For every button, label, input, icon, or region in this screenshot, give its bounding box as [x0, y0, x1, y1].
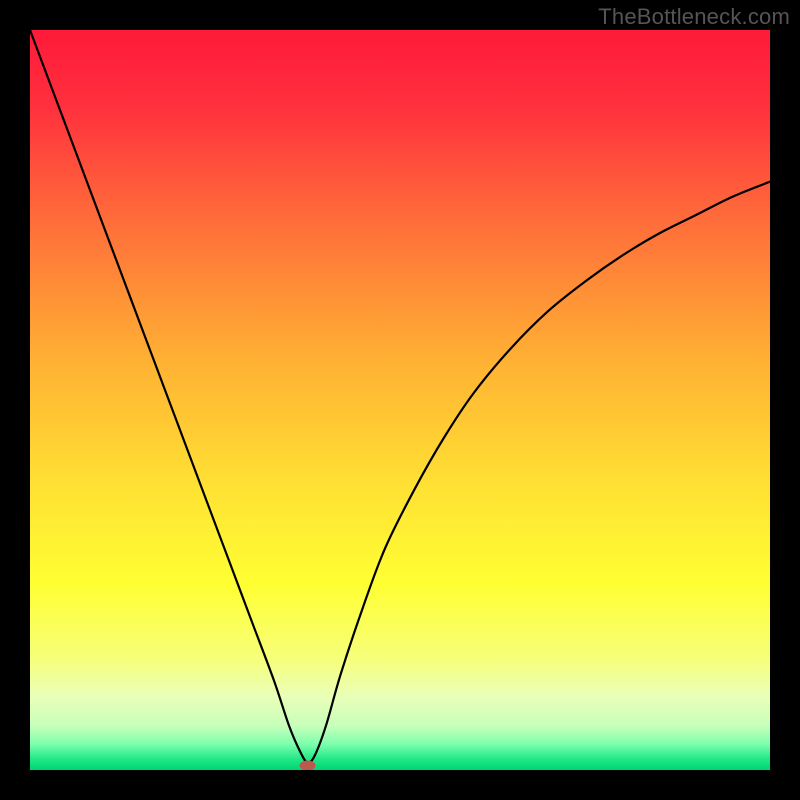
chart-frame: TheBottleneck.com: [0, 0, 800, 800]
watermark-label: TheBottleneck.com: [598, 4, 790, 30]
plot-area: [30, 30, 770, 770]
chart-background: [30, 30, 770, 770]
bottleneck-chart: [30, 30, 770, 770]
